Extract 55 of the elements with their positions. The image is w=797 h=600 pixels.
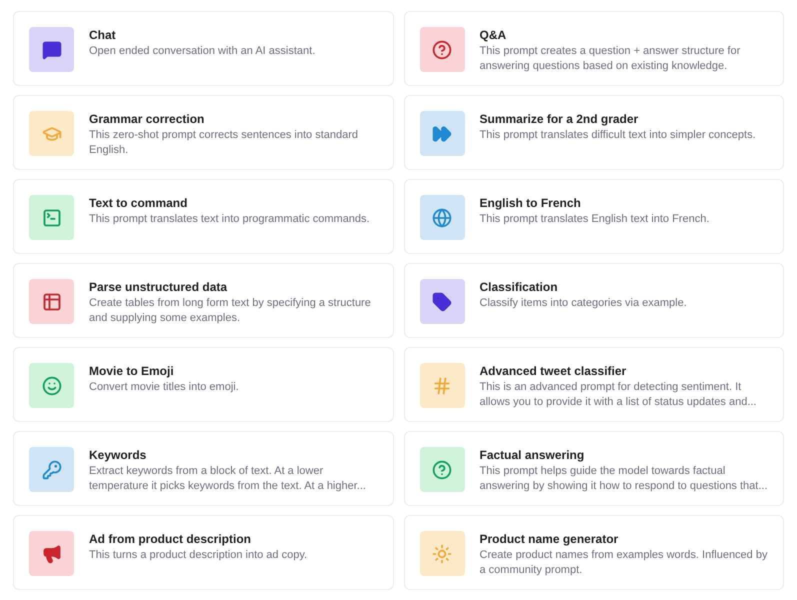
example-description: This prompt translates difficult text into simpler concepts. [480, 128, 756, 143]
example-card[interactable]: Product name generator Create product names from examples words. Influenced by a community prompt. [404, 515, 784, 590]
example-description: This prompt creates a question + answer structure for answering questions based on existing knowledge. [480, 44, 742, 74]
table-icon [42, 292, 62, 312]
example-title: Ad from product description [89, 532, 252, 547]
example-title: Parse unstructured data [89, 280, 228, 295]
chat-bubble-icon [42, 40, 62, 60]
example-description: This prompt translates text into programmatic commands. [89, 212, 370, 227]
smiley-icon [42, 376, 62, 396]
example-description: Create tables from long form text by specifying a structure and supplying some examples. [89, 296, 372, 326]
example-card[interactable]: Parse unstructured data Create tables from long form text by specifying a structure and supplying some examples. [13, 263, 394, 338]
fast-forward-icon [432, 124, 452, 144]
example-title: Product name generator [480, 532, 620, 547]
example-title: Chat [89, 28, 117, 43]
example-card[interactable]: Classification Classify items into categories via example. [404, 263, 784, 338]
example-card[interactable]: Keywords Extract keywords from a block of text. At a lower temperature it picks keywords from the text. At a higher... [13, 431, 394, 506]
example-title: Text to command [89, 196, 188, 211]
example-description: This zero-shot prompt corrects sentences into standard English. [89, 128, 360, 158]
example-title: Grammar correction [89, 112, 206, 127]
example-description: Convert movie titles into emoji. [89, 380, 239, 395]
tag-icon [432, 292, 452, 312]
example-card[interactable]: Grammar correction This zero-shot prompt corrects sentences into standard English. [13, 95, 394, 170]
example-title: Movie to Emoji [89, 364, 175, 379]
example-title: Advanced tweet classifier [480, 364, 628, 379]
example-title: Summarize for a 2nd grader [480, 112, 640, 127]
example-title: English to French [480, 196, 582, 211]
example-card[interactable]: Chat Open ended conversation with an AI assistant. [13, 11, 394, 86]
example-description: This turns a product description into ad copy. [89, 548, 308, 563]
example-description: This is an advanced prompt for detecting sentiment. It allows you to provide it with a list of status updates and... [480, 380, 758, 410]
example-title: Factual answering [480, 448, 586, 463]
example-card[interactable]: English to French This prompt translates English text into French. [404, 179, 784, 254]
example-description: This prompt helps guide the model towards factual answering by showing it how to respond to questions that... [480, 464, 769, 494]
example-description: Create product names from examples words. Influenced by a community prompt. [480, 548, 768, 578]
example-card[interactable]: Q&A This prompt creates a question + answer structure for answering questions based on existing knowledge. [404, 11, 784, 86]
example-card[interactable]: Text to command This prompt translates text into programmatic commands. [13, 179, 394, 254]
example-card[interactable]: Summarize for a 2nd grader This prompt translates difficult text into simpler concepts. [404, 95, 784, 170]
example-description: Classify items into categories via example. [480, 296, 687, 311]
key-icon [42, 460, 62, 480]
example-title: Classification [480, 280, 559, 295]
megaphone-icon [42, 544, 62, 564]
example-card[interactable]: Ad from product description This turns a product description into ad copy. [13, 515, 394, 590]
example-description: Extract keywords from a block of text. At a lower temperature it picks keywords from the text. At a higher... [89, 464, 367, 494]
sun-icon [432, 544, 452, 564]
example-card[interactable]: Movie to Emoji Convert movie titles into emoji. [13, 347, 394, 422]
question-circle-icon [432, 460, 452, 480]
example-card[interactable]: Advanced tweet classifier This is an advanced prompt for detecting sentiment. It allows you to provide it with a list of status updates and... [404, 347, 784, 422]
example-title: Q&A [480, 28, 508, 43]
example-title: Keywords [89, 448, 148, 463]
example-card[interactable]: Factual answering This prompt helps guide the model towards factual answering by showing it how to respond to questions that... [404, 431, 784, 506]
example-description: This prompt translates English text into French. [480, 212, 710, 227]
globe-icon [432, 208, 452, 228]
hash-icon [432, 376, 452, 396]
terminal-icon [42, 208, 62, 228]
question-circle-icon [432, 40, 452, 60]
example-description: Open ended conversation with an AI assistant. [89, 44, 316, 59]
